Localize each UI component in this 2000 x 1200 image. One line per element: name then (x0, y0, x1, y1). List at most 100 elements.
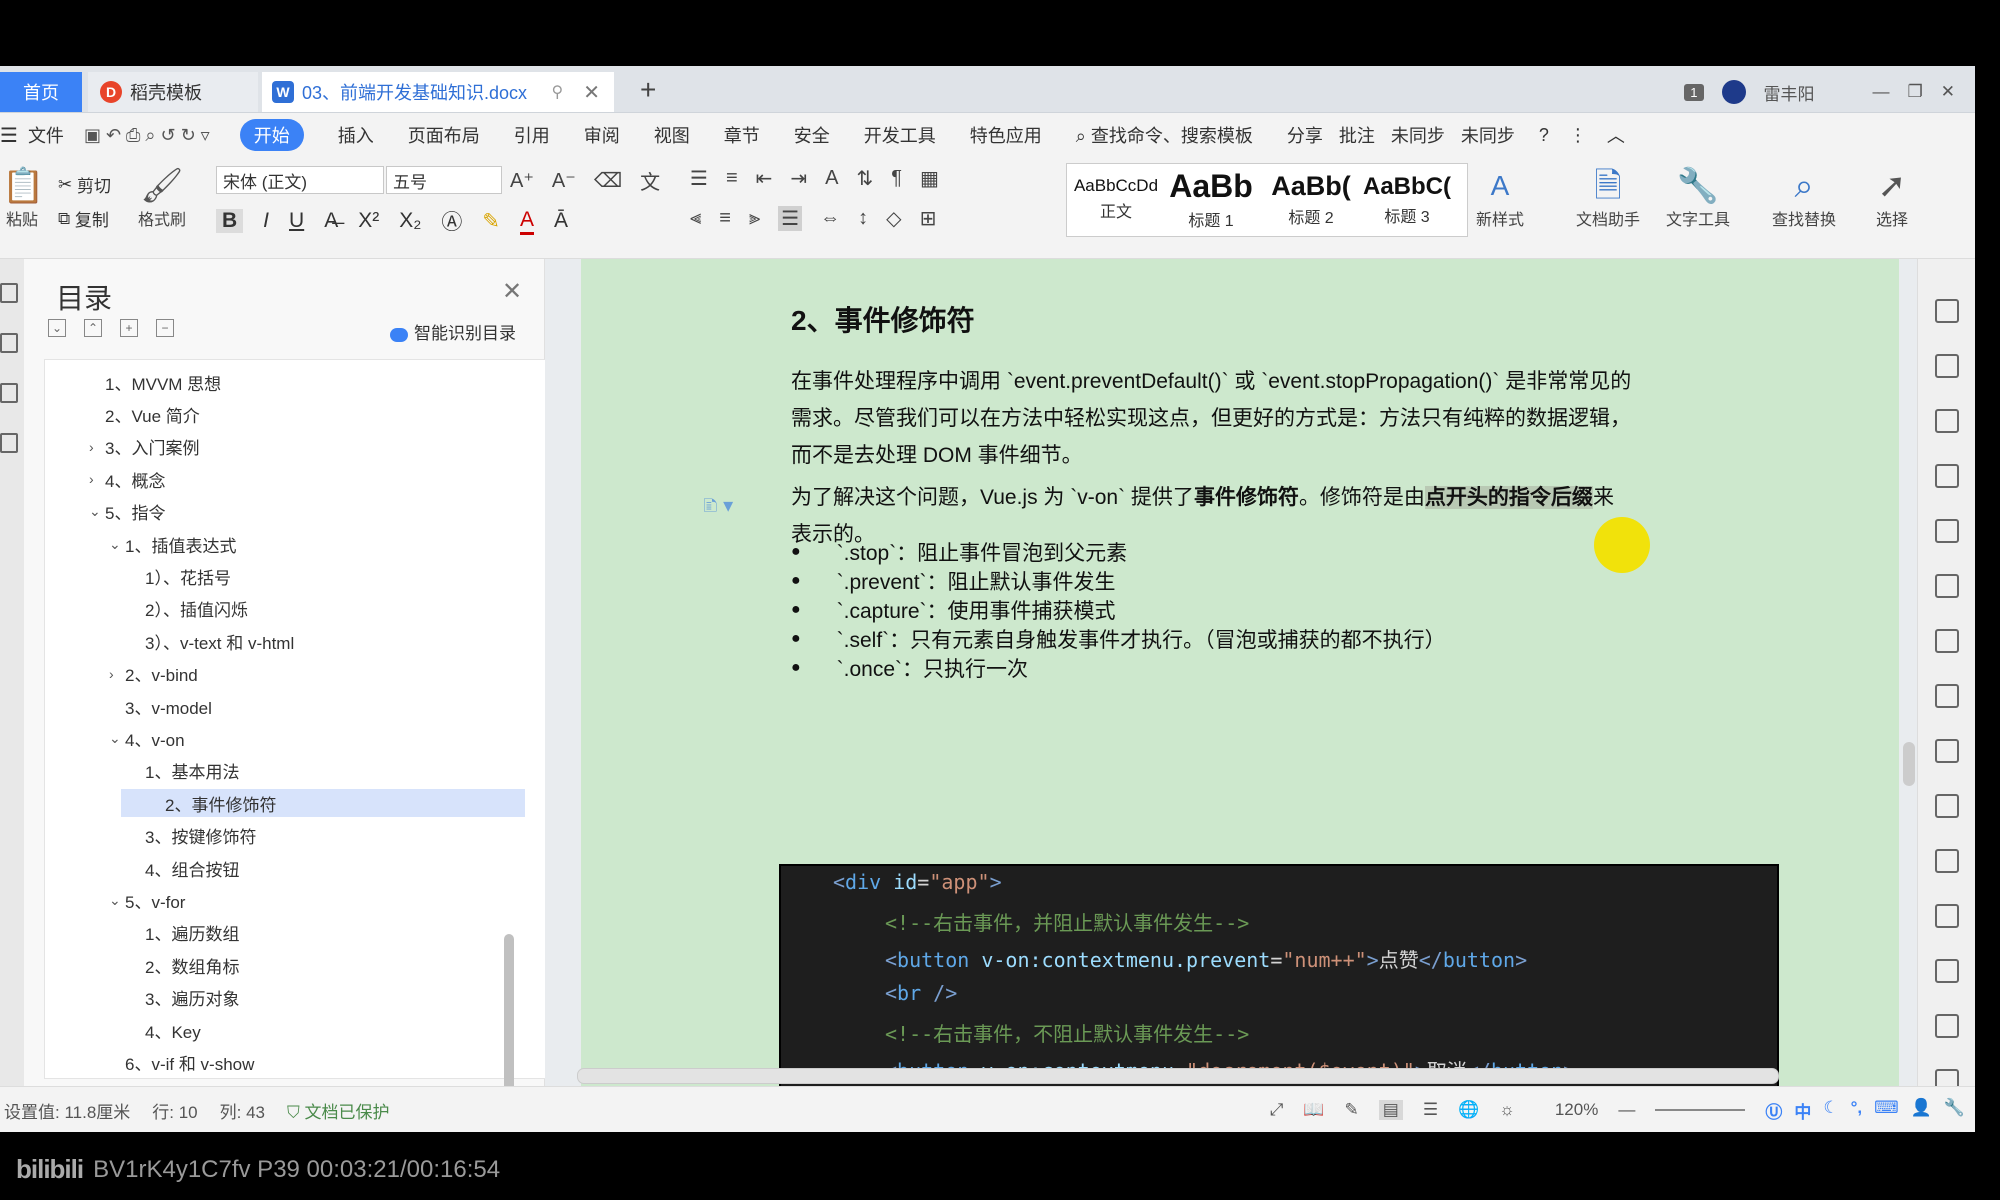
new-style-button[interactable]: A 新样式 (1476, 166, 1524, 230)
read-mode-icon[interactable]: 📖 (1303, 1100, 1324, 1120)
shield-icon[interactable] (1935, 959, 1959, 983)
toc-item[interactable]: 6、v-if 和 v-show (45, 1048, 254, 1076)
remove-heading-icon[interactable]: − (156, 319, 174, 337)
align-right-icon[interactable]: ⫸ (749, 207, 760, 230)
bullet-list-icon[interactable]: ☰ (690, 166, 708, 191)
toc-item[interactable]: 3、按键修饰符 (45, 822, 256, 850)
shape-icon[interactable] (1935, 409, 1959, 433)
archive-icon[interactable] (1935, 849, 1959, 873)
toc-item[interactable]: 2）、插值闪烁 (45, 595, 248, 623)
increase-indent-icon[interactable]: ⇥ (790, 166, 807, 191)
find-icon[interactable] (0, 433, 18, 453)
underline-icon[interactable]: U (289, 209, 304, 233)
table-tool-icon[interactable] (1935, 519, 1959, 543)
share-button[interactable]: 分享 (1287, 122, 1323, 148)
align-left-icon[interactable]: ⫷ (690, 207, 701, 230)
menu-home[interactable]: 开始 (239, 119, 304, 151)
chevron-icon[interactable]: › (89, 439, 105, 455)
toc-item[interactable]: 1、MVVM 思想 (45, 368, 221, 396)
ime-toolbar[interactable]: Ⓤ 中 ☾ °, ⌨ 👤 🔧 (1765, 1098, 1965, 1123)
align-center-icon[interactable]: ≡ (719, 207, 731, 230)
superscript-icon[interactable]: X² (358, 209, 379, 233)
menu-chapter[interactable]: 章节 (724, 122, 760, 148)
chevron-icon[interactable]: › (109, 666, 125, 682)
font-color-icon[interactable]: A (519, 208, 534, 235)
zoom-slider[interactable] (1655, 1109, 1746, 1111)
command-search[interactable]: ⌕ 查找命令、搜索模板 (1076, 122, 1253, 148)
chevron-icon[interactable]: ⌄ (109, 730, 125, 747)
menu-developer[interactable]: 开发工具 (864, 122, 936, 148)
justify-icon[interactable]: ☰ (778, 206, 803, 231)
subscript-icon[interactable]: X₂ (399, 209, 421, 233)
eye-care-icon[interactable]: ☼ (1499, 1100, 1515, 1120)
history-icon[interactable] (1935, 1014, 1959, 1038)
zoom-out-icon[interactable]: — (1618, 1100, 1635, 1120)
border-icon[interactable]: ⊞ (920, 206, 937, 231)
menu-insert[interactable]: 插入 (338, 122, 374, 148)
user-name[interactable]: 雷丰阳 (1764, 80, 1815, 105)
menu-references[interactable]: 引用 (514, 122, 550, 148)
select-button[interactable]: ➚ 选择 (1876, 166, 1908, 230)
sync-status-2[interactable]: 未同步 (1461, 122, 1515, 148)
horizontal-scrollbar[interactable] (577, 1068, 1779, 1084)
doc-helper-button[interactable]: 🗎 文档助手 (1576, 166, 1640, 230)
page-view-icon[interactable]: ▤ (1378, 1100, 1403, 1120)
toc-item[interactable]: 3、遍历对象 (45, 984, 239, 1012)
web-view-icon[interactable]: 🌐 (1458, 1100, 1479, 1120)
image-icon[interactable] (1935, 904, 1959, 928)
style-normal[interactable]: AaBbCcDd 正文 (1071, 168, 1161, 222)
toc-item[interactable]: 2、数组角标 (45, 951, 239, 979)
style-heading-3[interactable]: AaBbC( 标题 3 (1359, 168, 1455, 227)
translate-icon[interactable] (1935, 794, 1959, 818)
strikethrough-icon[interactable]: A̶ (324, 209, 338, 233)
tab-template[interactable]: D 稻壳模板 (88, 72, 258, 112)
menu-features[interactable]: 特色应用 (970, 122, 1042, 148)
show-marks-icon[interactable]: ¶ (891, 167, 902, 190)
style-icon[interactable] (1935, 464, 1959, 488)
tab-document[interactable]: W 03、前端开发基础知识.docx ⚲ ✕ (262, 72, 614, 112)
shading-icon[interactable]: ◇ (886, 206, 901, 231)
menu-layout[interactable]: 页面布局 (408, 122, 480, 148)
find-replace-button[interactable]: ⌕ 查找替换 (1772, 166, 1836, 230)
more-icon[interactable]: ⋮ (1569, 125, 1587, 146)
write-mode-icon[interactable]: ✎ (1345, 1100, 1359, 1120)
paste-button[interactable]: 📋 粘贴 (2, 166, 44, 230)
fullscreen-icon[interactable]: ⤢ (1270, 1100, 1284, 1120)
toc-item[interactable]: ⌄ 1、插值表达式 (45, 530, 236, 558)
toc-item[interactable]: › 3、入门案例 (45, 433, 199, 461)
toc-item[interactable]: ⌄ 5、指令 (45, 498, 165, 526)
chapter-icon[interactable] (0, 333, 18, 353)
sort-icon[interactable]: ⇅ (856, 166, 873, 191)
chinese-layout-icon[interactable]: A (825, 167, 838, 190)
toc-item[interactable]: ⌄ 5、v-for (45, 886, 185, 914)
pen-icon[interactable] (1935, 299, 1959, 323)
char-shading-icon[interactable]: Ā (554, 209, 568, 233)
document-page[interactable]: 2、事件修饰符 在事件处理程序中调用 `event.preventDefault… (581, 259, 1899, 1087)
toc-item[interactable]: ⌄ 4、v-on (45, 724, 185, 752)
bold-icon[interactable]: B (216, 209, 244, 233)
close-icon[interactable]: ✕ (502, 277, 522, 306)
close-window-icon[interactable]: ✕ (1941, 82, 1955, 102)
line-spacing-icon[interactable]: ↕ (858, 207, 868, 230)
decrease-indent-icon[interactable]: ⇤ (756, 166, 773, 191)
sync-status-1[interactable]: 未同步 (1391, 122, 1445, 148)
menu-review[interactable]: 审阅 (584, 122, 620, 148)
font-family-select[interactable]: 宋体 (正文) (216, 166, 384, 194)
style-heading-1[interactable]: AaBb 标题 1 (1163, 168, 1259, 231)
clear-format-icon[interactable]: ⌫ (594, 168, 622, 193)
gallery-icon[interactable] (1935, 684, 1959, 708)
quick-access-icons[interactable]: ▣ ↶ ⎙ ⌕ ↺ ↻ ▿ (84, 125, 210, 146)
phonetic-icon[interactable]: 文 (640, 166, 660, 195)
expand-all-icon[interactable]: ⌃ (84, 319, 102, 337)
add-heading-icon[interactable]: + (120, 319, 138, 337)
pin-icon[interactable]: ⚲ (552, 82, 564, 102)
menu-view[interactable]: 视图 (654, 122, 690, 148)
cut-button[interactable]: ✂ 剪切 (58, 172, 111, 197)
toc-item[interactable]: 4、Key (45, 1016, 201, 1044)
protection-status[interactable]: ⛉ 文档已保护 (287, 1098, 389, 1123)
italic-icon[interactable]: I (263, 209, 269, 233)
toc-item[interactable]: 3、v-model (45, 692, 212, 720)
chevron-icon[interactable]: ⌄ (89, 503, 105, 520)
numbered-list-icon[interactable]: ≡ (726, 167, 738, 190)
window-count-badge[interactable]: 1 (1684, 83, 1704, 101)
